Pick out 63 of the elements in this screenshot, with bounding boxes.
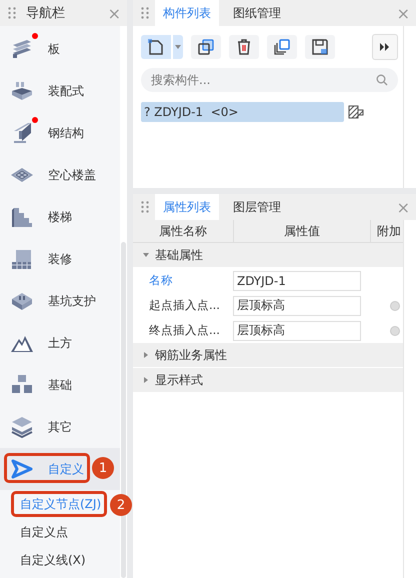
wall-icon (10, 247, 34, 271)
panel-title: 导航栏 (26, 5, 65, 22)
more-button[interactable] (372, 34, 398, 60)
nav-item[interactable]: 空心楼盖 (0, 154, 120, 196)
dropdown-button[interactable] (172, 35, 183, 59)
drag-handle-icon[interactable] (141, 7, 149, 19)
nav-item[interactable]: 自定义 1 (0, 448, 120, 490)
nav-item[interactable]: 基坑支护 (0, 280, 120, 322)
nav-item[interactable]: 基础 (0, 364, 120, 406)
group-label: 钢筋业务属性 (155, 346, 227, 364)
property-name: 起点插入点... (148, 298, 221, 313)
save-as-button[interactable] (305, 35, 335, 59)
drag-handle-icon[interactable] (141, 201, 149, 213)
property-name: 名称 (148, 273, 174, 288)
value-field[interactable]: 层顶标高 (233, 296, 361, 316)
nav-item[interactable]: 装配式 (0, 70, 120, 112)
copy-button[interactable] (191, 35, 221, 59)
caret-icon (175, 45, 181, 49)
radio-button[interactable] (390, 326, 400, 336)
stacked-squares-icon (272, 37, 292, 57)
stairs-icon (10, 205, 34, 229)
new-file-icon (146, 37, 166, 57)
double-arrow-icon (380, 43, 390, 51)
value-field[interactable]: 层顶标高 (233, 320, 361, 340)
component-item[interactable]: ? ZDYJD-1 <0> (141, 102, 344, 122)
hatch-icon (348, 105, 364, 119)
play-icon (10, 457, 34, 481)
nav-item[interactable]: 板 (0, 28, 120, 70)
step-number: 1 (92, 457, 114, 479)
search-field[interactable]: 搜索构件... (141, 68, 398, 92)
tab[interactable]: 图纸管理 (225, 0, 289, 26)
step-number: 2 (110, 494, 132, 516)
group-label: 显示样式 (155, 372, 203, 388)
sub-item[interactable]: 自定义点 (20, 524, 68, 540)
nav-item[interactable]: 其它 (0, 406, 120, 448)
nav-item[interactable]: 钢结构 (0, 112, 120, 154)
copy-icon (196, 37, 216, 57)
search-icon (376, 74, 388, 86)
sub-item[interactable]: 自定义节点(ZJ) (20, 496, 102, 512)
column-header: 附加 (376, 222, 402, 240)
nav-item[interactable]: 楼梯 (0, 196, 120, 238)
group-label: 基础属性 (155, 246, 203, 264)
tab[interactable]: 构件列表 (155, 0, 219, 26)
property-name: 终点插入点... (148, 323, 221, 338)
sub-item[interactable]: 自定义线(X) (20, 552, 86, 568)
tab[interactable]: 属性列表 (155, 194, 219, 220)
expand-arrow-icon[interactable] (143, 377, 149, 383)
value-field[interactable]: ZDYJD-1 (233, 270, 361, 290)
tab[interactable]: 图层管理 (225, 194, 289, 220)
save-icon (310, 37, 330, 57)
drag-handle-icon[interactable] (8, 7, 16, 19)
column-header: 属性名称 (133, 220, 234, 242)
block-icon (10, 79, 34, 103)
delete-button[interactable] (229, 35, 259, 59)
copy-to-button[interactable] (267, 35, 297, 59)
nav-item[interactable]: 装修 (0, 238, 120, 280)
expand-arrow-icon[interactable] (143, 252, 149, 258)
nav-item[interactable]: 土方 (0, 322, 120, 364)
column-header: 属性值 (234, 220, 371, 242)
layers-icon (10, 415, 34, 439)
radio-button[interactable] (390, 300, 400, 310)
expand-arrow-icon[interactable] (143, 352, 149, 358)
new-button[interactable] (141, 35, 171, 59)
